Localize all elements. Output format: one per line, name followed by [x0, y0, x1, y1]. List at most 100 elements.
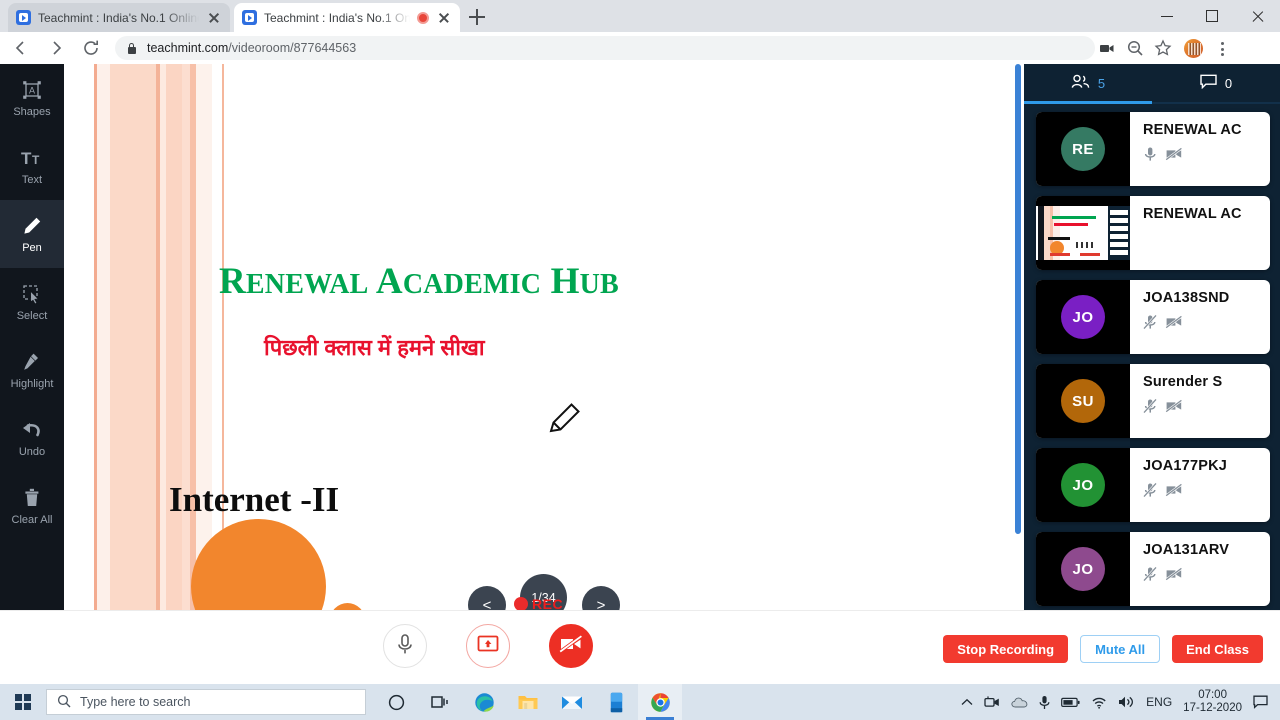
slide-background-stripes: [90, 64, 240, 610]
edge-icon[interactable]: [462, 684, 506, 720]
tool-label: Text: [21, 174, 43, 186]
back-button[interactable]: [7, 34, 35, 62]
close-icon[interactable]: [206, 10, 222, 26]
zoom-out-icon[interactable]: [1123, 36, 1147, 60]
browser-tab-2[interactable]: Teachmint : India's No.1 Onli: [234, 3, 460, 32]
participant-thumbnail: [1036, 196, 1130, 270]
new-tab-button[interactable]: [466, 6, 488, 28]
canvas-scrollbar[interactable]: [1014, 64, 1022, 610]
share-screen-button[interactable]: [466, 624, 510, 668]
slide-title: RENEWAL ACADEMIC HUB: [219, 261, 619, 302]
profile-avatar[interactable]: [1184, 38, 1203, 58]
participant-card[interactable]: SU Surender S: [1036, 364, 1270, 438]
tool-select[interactable]: Select: [0, 268, 64, 336]
media-controls: [383, 624, 593, 668]
mic-toggle-button[interactable]: [383, 624, 427, 668]
participant-thumbnail: RE: [1036, 112, 1130, 186]
whiteboard-tool-rail: A Shapes T T Text Pen Select Highlight U…: [0, 64, 64, 610]
participant-info: RENEWAL AC: [1130, 112, 1270, 186]
window-maximize-button[interactable]: [1190, 0, 1235, 32]
volume-icon[interactable]: [1118, 695, 1135, 709]
tool-clear-all[interactable]: Clear All: [0, 472, 64, 540]
end-class-button[interactable]: End Class: [1172, 635, 1263, 663]
file-explorer-icon[interactable]: [506, 684, 550, 720]
window-minimize-button[interactable]: [1145, 0, 1190, 32]
mic-icon: [395, 632, 415, 661]
mail-icon[interactable]: [550, 684, 594, 720]
address-bar[interactable]: teachmint.com/videoroom/877644563: [115, 36, 1095, 60]
tab-participants[interactable]: 5: [1024, 64, 1152, 102]
mute-all-button[interactable]: Mute All: [1080, 635, 1161, 663]
window-close-button[interactable]: [1235, 0, 1280, 32]
screen-share-preview: [1036, 206, 1130, 260]
bookmark-star-icon[interactable]: [1151, 36, 1175, 60]
microphone-icon[interactable]: [1039, 695, 1050, 710]
tool-pen[interactable]: Pen: [0, 200, 64, 268]
participant-name: RENEWAL AC: [1143, 206, 1242, 222]
tool-label: Highlight: [10, 378, 54, 390]
camera-off-icon: [1165, 482, 1183, 503]
stop-recording-button[interactable]: Stop Recording: [943, 635, 1069, 663]
cortana-icon[interactable]: [374, 684, 418, 720]
onedrive-icon[interactable]: [1011, 697, 1028, 708]
task-view-icon[interactable]: [418, 684, 462, 720]
windows-taskbar: Type here to search ENG 07:00 17-12-2020: [0, 684, 1280, 720]
participant-thumbnail: JO: [1036, 532, 1130, 606]
avatar: JO: [1061, 295, 1105, 339]
your-phone-icon[interactable]: [594, 684, 638, 720]
pencil-cursor: [547, 400, 583, 441]
participant-status-icons: [1143, 146, 1270, 167]
participant-card[interactable]: JO JOA131ARV: [1036, 532, 1270, 606]
chrome-menu-icon[interactable]: [1212, 36, 1232, 60]
browser-tab-1[interactable]: Teachmint : India's No.1 Online t: [8, 3, 230, 32]
taskbar-search-box[interactable]: Type here to search: [46, 689, 366, 715]
reload-button[interactable]: [77, 34, 105, 62]
slide-subtitle: पिछली क्लास में हमने सीखा: [264, 335, 485, 360]
lock-icon: [125, 42, 138, 55]
tab-title: Teachmint : India's No.1 Online t: [38, 10, 199, 25]
tool-highlight[interactable]: Highlight: [0, 336, 64, 404]
chrome-icon[interactable]: [638, 684, 682, 720]
participant-card[interactable]: RENEWAL AC: [1036, 196, 1270, 270]
participant-card[interactable]: JO JOA138SND: [1036, 280, 1270, 354]
pen-icon: [21, 214, 43, 238]
tool-text[interactable]: T T Text: [0, 132, 64, 200]
forward-button[interactable]: [42, 34, 70, 62]
participant-card[interactable]: JO JOA177PKJ: [1036, 448, 1270, 522]
participant-status-icons: [1143, 566, 1270, 587]
camera-toggle-button[interactable]: [549, 624, 593, 668]
whiteboard-canvas[interactable]: RENEWAL ACADEMIC HUB पिछली क्लास में हमन…: [64, 64, 1022, 610]
tool-shapes[interactable]: A Shapes: [0, 64, 64, 132]
camera-off-icon: [1165, 146, 1183, 167]
chat-icon: [1200, 74, 1217, 92]
participant-card[interactable]: RE RENEWAL AC: [1036, 112, 1270, 186]
meet-now-icon[interactable]: [984, 695, 1000, 709]
tab-chat[interactable]: 0: [1152, 64, 1280, 102]
participants-list[interactable]: RE RENEWAL AC RENEWAL AC JO JOA138SND SU…: [1024, 106, 1280, 610]
close-icon[interactable]: [436, 10, 452, 26]
language-indicator[interactable]: ENG: [1146, 695, 1172, 709]
wifi-icon[interactable]: [1091, 696, 1107, 709]
clock[interactable]: 07:00 17-12-2020: [1183, 689, 1242, 715]
recording-badge: REC: [514, 596, 563, 610]
url-domain: teachmint.com: [147, 41, 229, 55]
meeting-control-bar: Stop Recording Mute All End Class: [0, 610, 1280, 684]
system-tray: ENG 07:00 17-12-2020: [961, 684, 1280, 720]
participants-panel: 5 0 RE RENEWAL AC RENEWAL AC JO JOA138SN…: [1024, 64, 1280, 610]
slide-prev-button[interactable]: <: [468, 586, 506, 610]
action-center-icon[interactable]: [1253, 695, 1268, 709]
mic-on-icon: [1143, 146, 1157, 167]
avatar: JO: [1061, 463, 1105, 507]
tool-undo[interactable]: Undo: [0, 404, 64, 472]
url-text: teachmint.com/videoroom/877644563: [147, 41, 356, 55]
trash-icon: [22, 486, 42, 510]
camera-off-icon: [1165, 314, 1183, 335]
camera-icon[interactable]: [1095, 36, 1119, 60]
participant-status-icons: [1143, 482, 1270, 503]
start-button[interactable]: [0, 684, 46, 720]
show-hidden-icons[interactable]: [961, 698, 973, 707]
participant-info: JOA177PKJ: [1130, 448, 1270, 522]
slide-next-button[interactable]: >: [582, 586, 620, 610]
battery-icon[interactable]: [1061, 697, 1080, 708]
svg-text:T: T: [21, 149, 32, 168]
